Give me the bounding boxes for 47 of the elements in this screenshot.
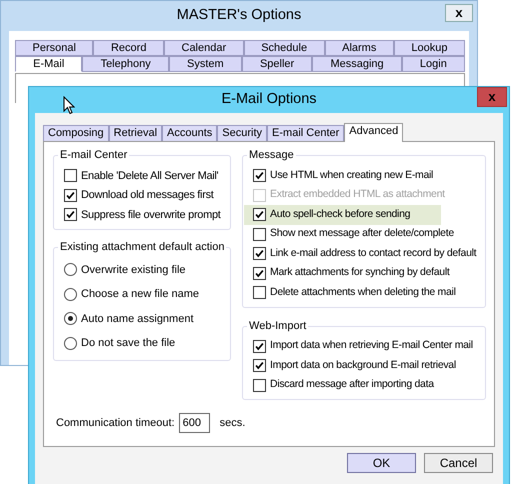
group-title: Existing attachment default action (58, 240, 226, 254)
ok-button[interactable]: OK (347, 453, 416, 473)
tab[interactable]: E-Mail (15, 56, 82, 72)
close-button[interactable]: x (445, 4, 473, 22)
dialog-title: E-Mail Options (221, 90, 317, 110)
timeout-field[interactable]: 600 (178, 413, 210, 433)
radio-label: Overwrite existing file (81, 262, 186, 278)
close-button[interactable]: x (477, 87, 507, 107)
checkbox-label: Suppress file overwrite prompt (81, 208, 221, 222)
tab[interactable]: Accounts (162, 125, 218, 141)
tab[interactable]: Security (217, 125, 268, 141)
tab[interactable]: Schedule (244, 40, 325, 56)
checkbox-label: Show next message after delete/complete (270, 226, 454, 242)
group-title: Message (247, 148, 296, 162)
tab[interactable]: Calendar (164, 40, 244, 56)
checkbox-label: Link e-mail address to contact record by default (270, 246, 476, 261)
checkbox-label: Discard message after importing data (270, 377, 434, 392)
tab[interactable]: Messaging (312, 56, 402, 72)
tab[interactable]: Telephony (82, 56, 169, 72)
checkbox-label: Import data on background E-mail retrieval (270, 358, 456, 373)
tab[interactable]: Lookup (394, 40, 466, 56)
group-title: Web-Import (247, 318, 308, 332)
radio-label: Do not save the file (81, 336, 176, 351)
field-label: Communication timeout: (56, 416, 175, 431)
disabled-checkbox-label: Extract embedded HTML as attachment (270, 187, 445, 202)
tab[interactable]: Composing (43, 125, 109, 141)
unit-label: secs. (220, 416, 246, 431)
cancel-button[interactable]: Cancel (424, 453, 493, 473)
radio-label: Auto name assignment (81, 312, 194, 326)
tab[interactable]: Alarms (324, 40, 394, 56)
tab[interactable]: Login (402, 56, 465, 72)
checkbox-label: Mark attachments for synching by default (270, 265, 450, 280)
tab[interactable]: E-mail Center (267, 125, 344, 141)
tab[interactable]: Retrieval (108, 125, 162, 141)
radio-label: Choose a new file name (81, 287, 200, 302)
tab[interactable]: Advanced (344, 123, 404, 142)
window-title: MASTER's Options (176, 6, 302, 25)
checkbox-label: Download old messages first (81, 188, 214, 203)
tab[interactable]: Speller (242, 56, 312, 72)
checkbox-label: Import data when retrieving E-mail Center mail (270, 338, 473, 354)
checkbox-label: Delete attachments when deleting the mail (270, 284, 456, 300)
checkbox-label: Use HTML when creating new E-mail (270, 168, 434, 183)
tab[interactable]: Record (93, 40, 164, 56)
checkbox-label: Enable 'Delete All Server Mail' (81, 168, 218, 184)
tab[interactable]: System (168, 56, 242, 72)
checkbox-label: Auto spell-check before sending (270, 206, 410, 222)
tab[interactable]: Personal (15, 40, 94, 56)
